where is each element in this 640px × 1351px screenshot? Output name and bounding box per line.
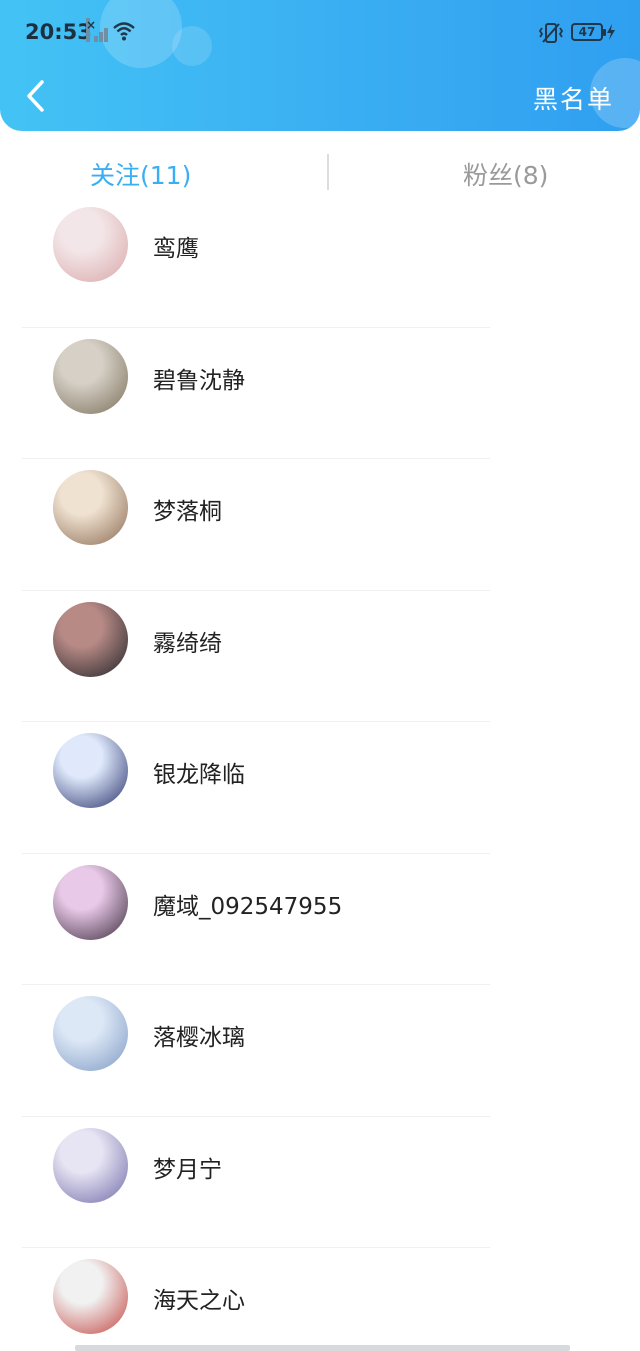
avatar[interactable] [53, 601, 128, 677]
follow-list: 鸾鹰 碧鲁沈静 梦落桐 霧绮绮 银龙降临 魔域_092547955 落樱冰璃 梦… [0, 196, 640, 1351]
list-item[interactable]: 碧鲁沈静 [0, 328, 640, 459]
avatar[interactable] [53, 1259, 128, 1334]
back-chevron-icon[interactable] [20, 76, 54, 116]
battery-level: 47 [578, 25, 596, 39]
user-name: 梦月宁 [153, 1156, 222, 1183]
list-item[interactable]: 梦月宁 [0, 1117, 640, 1248]
vibrate-icon [538, 23, 564, 43]
avatar[interactable] [53, 207, 128, 282]
user-name: 碧鲁沈静 [153, 367, 245, 394]
user-name: 梦落桐 [153, 499, 222, 525]
list-item[interactable]: 银龙降临 [0, 722, 640, 854]
tab-following[interactable]: 关注(11) [90, 156, 191, 192]
charging-icon [607, 24, 615, 40]
blacklist-button[interactable]: 黑名单 [533, 80, 614, 116]
list-item[interactable]: 海天之心 [0, 1248, 640, 1351]
avatar[interactable] [53, 864, 128, 940]
tab-fans[interactable]: 粉丝(8) [463, 156, 548, 192]
user-name: 霧绮绮 [153, 630, 222, 657]
user-name: 魔域_092547955 [153, 893, 343, 920]
avatar[interactable] [53, 996, 128, 1071]
list-item[interactable]: 落樱冰璃 [0, 985, 640, 1117]
list-item[interactable]: 魔域_092547955 [0, 854, 640, 985]
tab-divider [327, 154, 329, 190]
user-name: 落樱冰璃 [153, 1025, 245, 1051]
wifi-icon [113, 22, 135, 41]
status-bar: 20:53 × 47 [0, 0, 640, 66]
user-name: 鸾鹰 [153, 236, 199, 262]
header-bar: 20:53 × 47 黑名单 [0, 0, 640, 131]
battery-icon: 47 [571, 23, 606, 41]
status-time: 20:53 [25, 20, 92, 44]
user-name: 银龙降临 [153, 762, 245, 788]
list-item[interactable]: 霧绮绮 [0, 591, 640, 722]
avatar[interactable] [53, 733, 128, 808]
list-item[interactable]: 梦落桐 [0, 459, 640, 591]
avatar[interactable] [53, 1127, 128, 1203]
avatar[interactable] [53, 470, 128, 545]
tab-bar: 关注(11) 粉丝(8) [0, 150, 640, 200]
user-name: 海天之心 [153, 1288, 245, 1314]
list-item[interactable]: 鸾鹰 [0, 196, 640, 328]
avatar[interactable] [53, 338, 128, 414]
signal-icon: × [86, 18, 110, 42]
scroll-edge-strip [75, 1345, 570, 1351]
